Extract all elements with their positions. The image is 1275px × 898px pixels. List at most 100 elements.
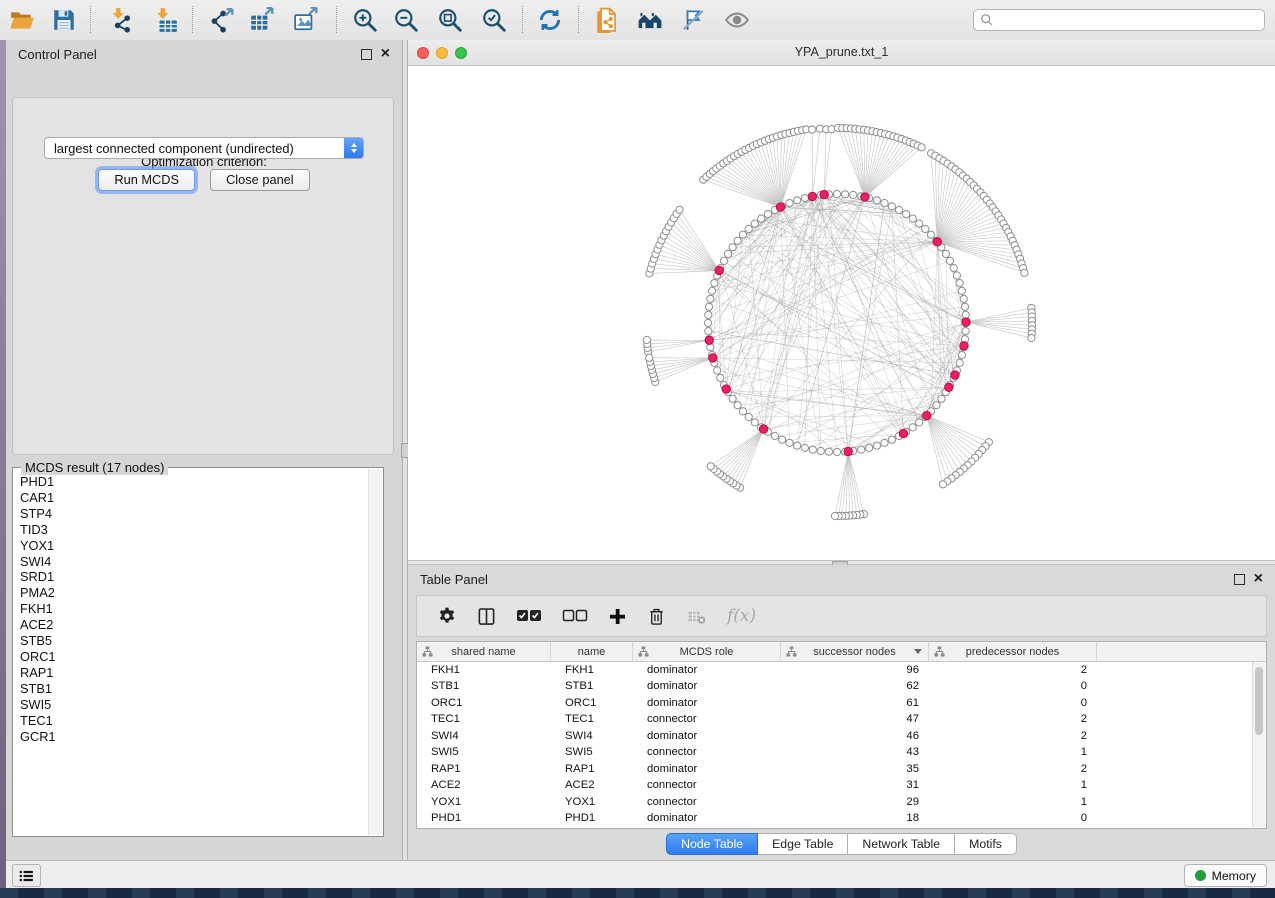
- mcds-node[interactable]: [808, 192, 816, 200]
- table-cell[interactable]: 2: [929, 728, 1097, 745]
- network-node[interactable]: [734, 237, 741, 244]
- network-node[interactable]: [833, 448, 840, 455]
- tab-edge-table[interactable]: Edge Table: [758, 833, 848, 855]
- mcds-result-item[interactable]: PHD1: [20, 474, 369, 490]
- network-node[interactable]: [888, 436, 895, 443]
- network-node[interactable]: [705, 328, 712, 335]
- network-canvas[interactable]: [408, 66, 1275, 560]
- network-node[interactable]: [962, 328, 969, 335]
- network-node[interactable]: [842, 191, 849, 198]
- network-node[interactable]: [950, 265, 957, 272]
- table-cell[interactable]: 29: [781, 794, 929, 811]
- table-cell[interactable]: PHD1: [551, 811, 633, 828]
- network-node[interactable]: [711, 280, 718, 287]
- table-cell[interactable]: 0: [929, 695, 1097, 712]
- hide-graphics-details-button[interactable]: [678, 5, 708, 35]
- network-node[interactable]: [794, 442, 801, 449]
- table-row[interactable]: FKH1FKH1dominator962: [417, 662, 1266, 679]
- network-node[interactable]: [764, 211, 771, 218]
- criterion-select[interactable]: largest connected component (undirected): [44, 137, 364, 159]
- network-node[interactable]: [745, 413, 752, 420]
- network-node[interactable]: [809, 446, 816, 453]
- table-cell[interactable]: 46: [781, 728, 929, 745]
- mcds-result-item[interactable]: TEC1: [20, 713, 369, 729]
- run-mcds-button[interactable]: Run MCDS: [98, 169, 195, 191]
- save-session-button[interactable]: [49, 5, 79, 35]
- table-scrollbar[interactable]: [1252, 662, 1265, 827]
- network-node[interactable]: [896, 206, 903, 213]
- table-row[interactable]: STB1STB1dominator620: [417, 679, 1266, 696]
- export-network-button[interactable]: [207, 5, 237, 35]
- mcds-node[interactable]: [722, 385, 730, 393]
- table-row[interactable]: PHD1PHD1dominator180: [417, 811, 1266, 828]
- network-node[interactable]: [705, 311, 712, 318]
- network-node[interactable]: [888, 203, 895, 210]
- network-node[interactable]: [942, 250, 949, 257]
- import-table-button[interactable]: [151, 5, 181, 35]
- float-window-icon[interactable]: [1234, 574, 1245, 585]
- table-cell[interactable]: SWI4: [417, 728, 551, 745]
- zoom-in-button[interactable]: [350, 5, 380, 35]
- column-header-shared-name[interactable]: shared name: [417, 642, 551, 661]
- search-input[interactable]: [994, 11, 1264, 29]
- table-cell[interactable]: 18: [781, 811, 929, 828]
- network-view[interactable]: [408, 66, 1275, 560]
- table-settings-button[interactable]: [437, 606, 457, 626]
- mcds-node[interactable]: [715, 266, 723, 274]
- network-node[interactable]: [751, 419, 758, 426]
- table-cell[interactable]: connector: [633, 794, 781, 811]
- network-node[interactable]: [809, 126, 816, 133]
- network-node[interactable]: [1021, 269, 1028, 276]
- table-cell[interactable]: ACE2: [551, 778, 633, 795]
- table-cell[interactable]: 96: [781, 662, 929, 679]
- network-node[interactable]: [946, 257, 953, 264]
- network-node[interactable]: [739, 231, 746, 238]
- network-node[interactable]: [643, 336, 650, 343]
- network-node[interactable]: [646, 354, 653, 361]
- table-cell[interactable]: FKH1: [551, 662, 633, 679]
- network-node[interactable]: [953, 272, 960, 279]
- table-row[interactable]: SWI4SWI4dominator462: [417, 728, 1266, 745]
- network-node[interactable]: [707, 463, 714, 470]
- new-network-from-file-button[interactable]: [592, 5, 622, 35]
- close-panel-button[interactable]: Close panel: [210, 169, 310, 191]
- table-row[interactable]: YOX1YOX1connector291: [417, 794, 1266, 811]
- mcds-result-item[interactable]: RAP1: [20, 665, 369, 681]
- table-cell[interactable]: dominator: [633, 761, 781, 778]
- network-node[interactable]: [794, 197, 801, 204]
- close-icon[interactable]: ×: [381, 49, 390, 59]
- table-row[interactable]: ACE2ACE2connector311: [417, 778, 1266, 795]
- network-node[interactable]: [801, 195, 808, 202]
- table-cell[interactable]: 0: [929, 811, 1097, 828]
- table-row[interactable]: RAP1RAP1dominator352: [417, 761, 1266, 778]
- column-header-successor-nodes[interactable]: successor nodes: [781, 642, 929, 661]
- mcds-list-scrollbar[interactable]: [368, 469, 382, 835]
- network-node[interactable]: [903, 211, 910, 218]
- network-node[interactable]: [751, 220, 758, 227]
- network-node[interactable]: [916, 220, 923, 227]
- table-cell[interactable]: RAP1: [551, 761, 633, 778]
- mcds-result-item[interactable]: PMA2: [20, 585, 369, 601]
- network-node[interactable]: [881, 200, 888, 207]
- import-network-button[interactable]: [107, 5, 137, 35]
- network-node[interactable]: [704, 319, 711, 326]
- network-node[interactable]: [831, 512, 838, 519]
- table-cell[interactable]: dominator: [633, 728, 781, 745]
- mcds-node[interactable]: [951, 371, 959, 379]
- network-node[interactable]: [825, 448, 832, 455]
- network-node[interactable]: [909, 215, 916, 222]
- table-cell[interactable]: SWI4: [551, 728, 633, 745]
- table-cell[interactable]: dominator: [633, 811, 781, 828]
- mcds-node[interactable]: [945, 383, 953, 391]
- network-node[interactable]: [909, 424, 916, 431]
- table-cell[interactable]: TEC1: [417, 712, 551, 729]
- mcds-node[interactable]: [960, 342, 968, 350]
- network-node[interactable]: [676, 206, 683, 213]
- network-node[interactable]: [786, 439, 793, 446]
- select-all-rows-button[interactable]: [516, 608, 542, 624]
- table-cell[interactable]: RAP1: [417, 761, 551, 778]
- zoom-selected-button[interactable]: [479, 5, 509, 35]
- network-node[interactable]: [866, 444, 873, 451]
- mcds-node[interactable]: [962, 318, 970, 326]
- network-node[interactable]: [709, 287, 716, 294]
